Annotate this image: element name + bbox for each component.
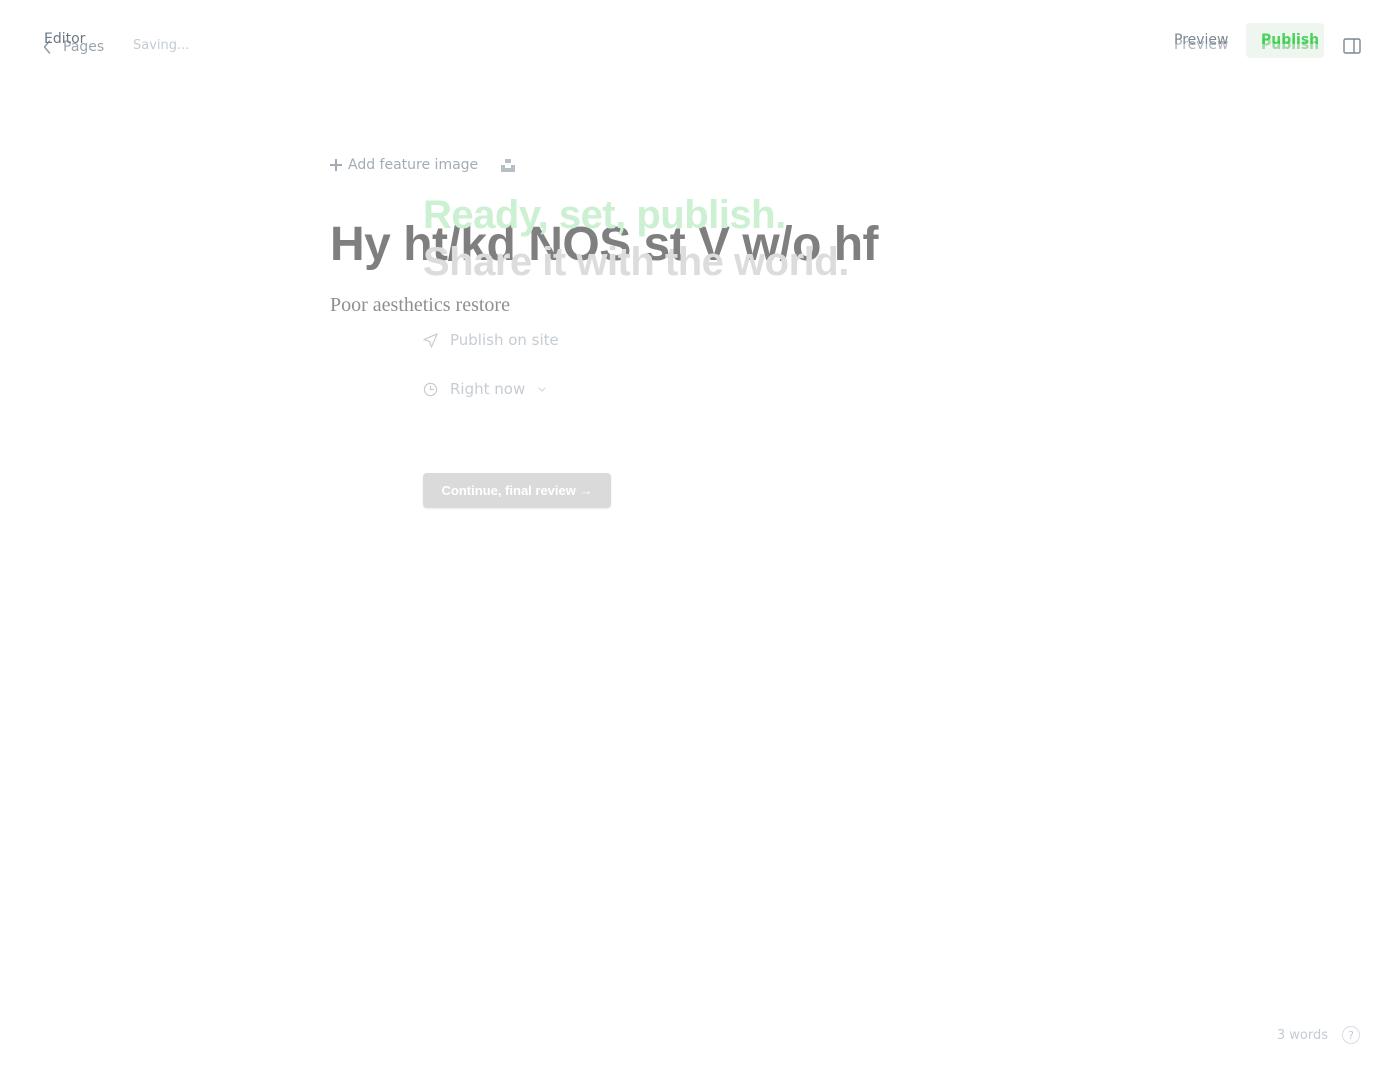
heading-line-2: Share it with the world.	[423, 240, 849, 284]
publish-flow-overlay: Editor Preview Publish Ready, set, publi…	[0, 0, 1400, 1080]
publish-time-label: Right now	[450, 380, 526, 398]
back-to-editor-link[interactable]: Editor	[44, 31, 85, 47]
chevron-down-icon	[537, 380, 547, 398]
publish-flow-preview-button[interactable]: Preview	[1174, 32, 1229, 48]
heading-line-1: Ready, set, publish.	[423, 193, 786, 237]
publish-type-option[interactable]: Publish on site	[423, 327, 978, 353]
publish-flow-publish-tab[interactable]: Publish	[1261, 32, 1319, 48]
publish-flow-heading: Ready, set, publish. Share it with the w…	[423, 192, 1063, 286]
back-to-editor-label: Editor	[44, 31, 86, 47]
clock-icon	[423, 382, 438, 397]
continue-final-review-button[interactable]: Continue, final review →	[423, 473, 611, 508]
send-icon	[423, 332, 438, 348]
publish-type-label: Publish on site	[450, 331, 559, 349]
publish-time-option[interactable]: Right now	[423, 376, 978, 402]
